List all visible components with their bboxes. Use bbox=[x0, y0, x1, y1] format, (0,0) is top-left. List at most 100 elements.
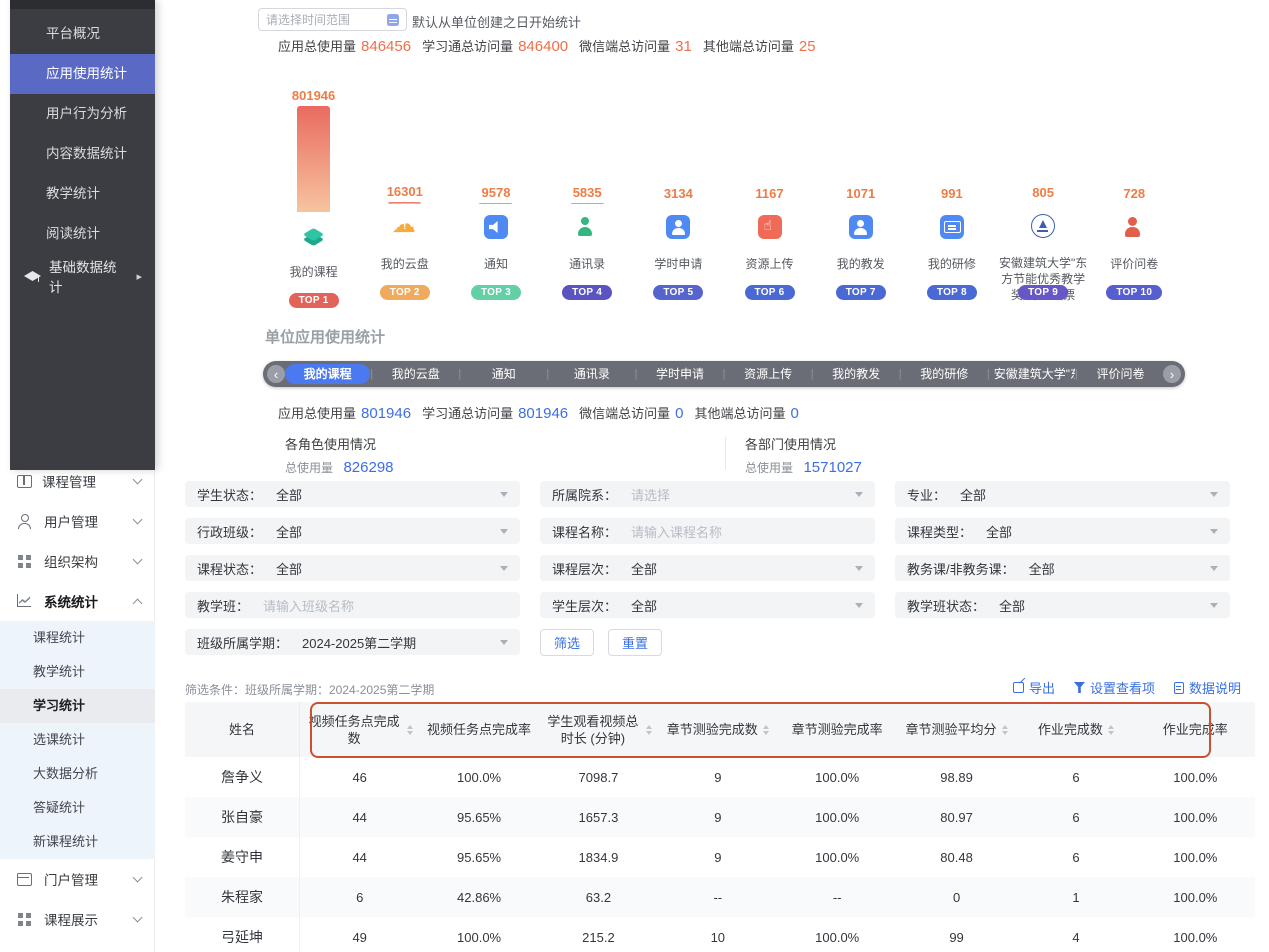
cell: 100.0% bbox=[1136, 850, 1255, 865]
bar bbox=[479, 203, 512, 204]
filter-value: 全部 bbox=[276, 485, 302, 504]
filter-admin-class[interactable]: 行政班级：全部 bbox=[185, 518, 520, 544]
filter-value: 全部 bbox=[960, 485, 986, 504]
bar-icon-row bbox=[302, 223, 326, 247]
filter-student-status[interactable]: 学生状态：全部 bbox=[185, 481, 520, 507]
system-stats-submenu: 课程统计教学统计学习统计选课统计大数据分析答疑统计新课程统计 bbox=[0, 621, 155, 859]
tabs-scroll-left-button[interactable]: ‹ bbox=[267, 365, 285, 383]
sidebar-dark-item[interactable]: 平台概况 bbox=[10, 14, 155, 54]
sidebar-dark-item[interactable]: 应用使用统计 bbox=[10, 54, 155, 94]
sidebar-item-cards[interactable]: 课程展示 bbox=[0, 899, 155, 939]
action-export[interactable]: 导出 bbox=[1013, 678, 1055, 697]
chart-column: 16301我的云盘TOP 2 bbox=[359, 88, 450, 300]
sort-icon[interactable] bbox=[407, 725, 413, 735]
action-doc[interactable]: 数据说明 bbox=[1174, 678, 1241, 697]
sidebar-item-label: 基础数据统计 bbox=[49, 256, 127, 296]
stat-label: 微信端总访问量 bbox=[579, 36, 670, 55]
cell: -- bbox=[778, 890, 897, 905]
submenu-item[interactable]: 新课程统计 bbox=[0, 825, 155, 859]
tab-3[interactable]: 通讯录 bbox=[549, 364, 634, 384]
overview-stats: 应用总使用量846456学习通总访问量846400微信端总访问量31其他端总访问… bbox=[278, 36, 827, 55]
student-name: 姜守申 bbox=[185, 837, 300, 877]
filter-course-type[interactable]: 课程类型：全部 bbox=[895, 518, 1230, 544]
filter-course-level[interactable]: 课程层次：全部 bbox=[540, 555, 875, 581]
cell: 99 bbox=[897, 930, 1016, 945]
sidebar-item-chart[interactable]: 系统统计 bbox=[0, 581, 155, 621]
chart-column: 728评价问卷TOP 10 bbox=[1089, 88, 1180, 300]
filter-major[interactable]: 专业：全部 bbox=[895, 481, 1230, 507]
chart-column: 801946我的课程TOP 1 bbox=[268, 88, 359, 300]
date-placeholder: 请选择时间范围 bbox=[266, 11, 387, 28]
sidebar-item-org[interactable]: 组织架构 bbox=[0, 541, 155, 581]
filter-class-semester[interactable]: 班级所属学期：2024-2025第二学期 bbox=[185, 629, 520, 655]
column-header-label: 姓名 bbox=[229, 721, 255, 738]
tabs-scroll-right-button[interactable]: › bbox=[1163, 365, 1181, 383]
tab-7[interactable]: 我的研修 bbox=[902, 364, 987, 384]
filter-teaching-class[interactable]: 教学班：请输入班级名称 bbox=[185, 592, 520, 618]
dept-usage-line: 总使用量 1571027 bbox=[745, 459, 862, 477]
submenu-item[interactable]: 大数据分析 bbox=[0, 757, 155, 791]
filter-button[interactable]: 筛选 bbox=[540, 629, 594, 656]
sidebar-item-window[interactable]: 门户管理 bbox=[0, 859, 155, 899]
cell: 100.0% bbox=[1136, 810, 1255, 825]
submenu-item[interactable]: 教学统计 bbox=[0, 655, 155, 689]
bar-area: 991 bbox=[941, 88, 963, 204]
teach-icon bbox=[849, 215, 873, 239]
bar-icon-row bbox=[666, 215, 690, 239]
sort-icon[interactable] bbox=[1108, 725, 1114, 735]
table-row: 朱程家642.86%63.2----01100.0% bbox=[185, 877, 1255, 917]
date-range-picker[interactable]: 请选择时间范围 bbox=[258, 8, 407, 31]
sidebar-dark-item[interactable]: 内容数据统计 bbox=[10, 134, 155, 174]
filter-course-name[interactable]: 课程名称：请输入课程名称 bbox=[540, 518, 875, 544]
filter-value: 请输入课程名称 bbox=[631, 522, 722, 541]
tab-4[interactable]: 学时申请 bbox=[637, 364, 722, 384]
submenu-item[interactable]: 学习统计 bbox=[0, 689, 155, 723]
sidebar-dark-item[interactable]: 教学统计 bbox=[10, 174, 155, 214]
calendar-icon bbox=[387, 14, 399, 26]
cell: 95.65% bbox=[419, 810, 538, 825]
tab-6[interactable]: 我的教发 bbox=[814, 364, 899, 384]
sort-icon[interactable] bbox=[1002, 725, 1008, 735]
students-table: 姓名视频任务点完成数视频任务点完成率学生观看视频总时长 (分钟)章节测验完成数章… bbox=[185, 702, 1255, 952]
filter-buttons: 筛选重置 bbox=[540, 629, 875, 656]
main-content: 请选择时间范围 默认从单位创建之日开始统计 应用总使用量846456学习通总访问… bbox=[155, 0, 1269, 952]
sidebar-item-basic-data-stats[interactable]: 基础数据统计 ▸ bbox=[10, 256, 155, 296]
submenu-item[interactable]: 课程统计 bbox=[0, 621, 155, 655]
sidebar-dark-item[interactable]: 用户行为分析 bbox=[10, 94, 155, 134]
sidebar-item-label: 用户管理 bbox=[44, 511, 123, 531]
doc-icon bbox=[1174, 682, 1184, 694]
unit-stats: 应用总使用量801946学习通总访问量801946微信端总访问量0其他端总访问量… bbox=[278, 403, 810, 422]
bar-value: 801946 bbox=[292, 88, 335, 103]
graduation-cap-icon bbox=[24, 269, 40, 283]
filter-student-level[interactable]: 学生层次：全部 bbox=[540, 592, 875, 618]
window-icon bbox=[17, 872, 33, 886]
caret-down-icon bbox=[1210, 566, 1218, 571]
sort-icon[interactable] bbox=[646, 725, 652, 735]
filter-department[interactable]: 所属院系：请选择 bbox=[540, 481, 875, 507]
filter-course-status[interactable]: 课程状态：全部 bbox=[185, 555, 520, 581]
tab-9[interactable]: 评价问卷 bbox=[1078, 364, 1163, 384]
tab-5[interactable]: 资源上传 bbox=[725, 364, 810, 384]
stat-value: 801946 bbox=[518, 405, 568, 422]
tab-8[interactable]: 安徽建筑大学"东 bbox=[990, 364, 1075, 384]
filter-label: 行政班级： bbox=[197, 522, 262, 541]
rank-badge: TOP 4 bbox=[562, 285, 612, 300]
filter-value: 全部 bbox=[986, 522, 1012, 541]
reset-button[interactable]: 重置 bbox=[608, 629, 662, 656]
sidebar-item-user[interactable]: 用户管理 bbox=[0, 501, 155, 541]
tab-2[interactable]: 通知 bbox=[461, 364, 546, 384]
action-funnel[interactable]: 设置查看项 bbox=[1074, 678, 1155, 697]
bar-icon-row bbox=[758, 215, 782, 239]
sidebar-dark-item[interactable]: 阅读统计 bbox=[10, 214, 155, 254]
caret-down-icon bbox=[1210, 492, 1218, 497]
filter-edu-course[interactable]: 教务课/非教务课：全部 bbox=[895, 555, 1230, 581]
sort-icon[interactable] bbox=[763, 725, 769, 735]
submenu-item[interactable]: 选课统计 bbox=[0, 723, 155, 757]
rank-badge: TOP 7 bbox=[836, 285, 886, 300]
user-icon bbox=[17, 514, 33, 528]
tab-1[interactable]: 我的云盘 bbox=[373, 364, 458, 384]
sidebar-item-label: 课程管理 bbox=[42, 471, 123, 491]
submenu-item[interactable]: 答疑统计 bbox=[0, 791, 155, 825]
filter-teaching-class-status[interactable]: 教学班状态：全部 bbox=[895, 592, 1230, 618]
tab-0[interactable]: 我的课程 bbox=[285, 364, 370, 384]
